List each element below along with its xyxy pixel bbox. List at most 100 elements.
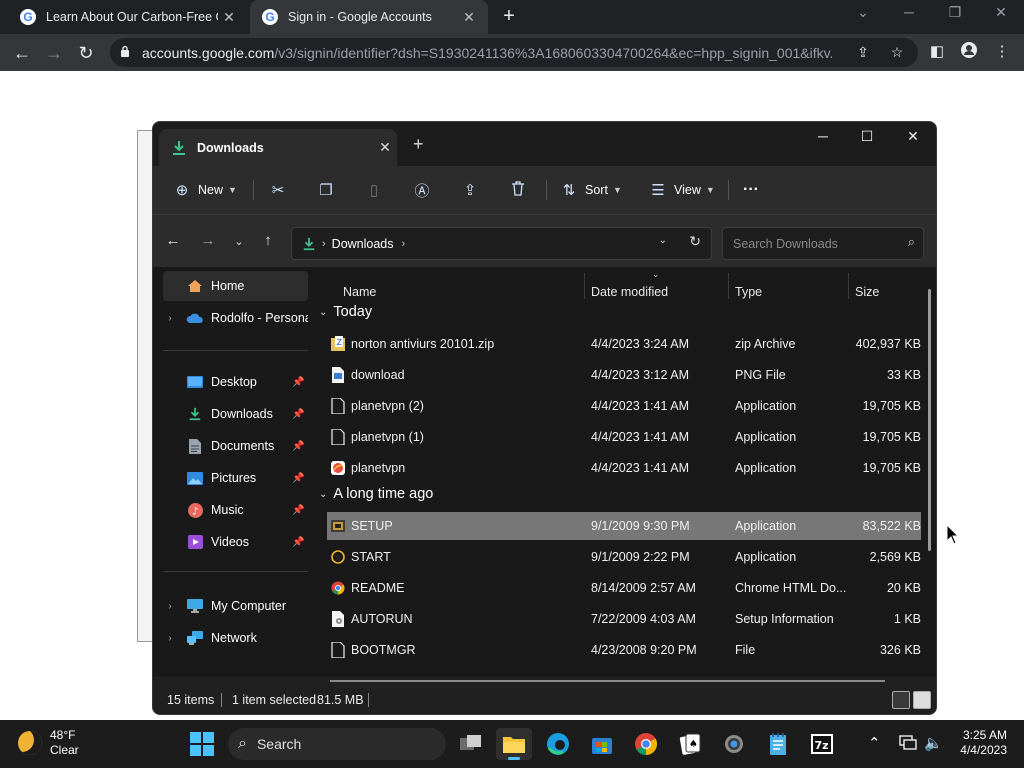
share-icon[interactable]: ⇪	[854, 44, 872, 62]
file-row[interactable]: planetvpn (2) 4/4/2023 1:41 AM Applicati…	[327, 392, 921, 420]
bookmark-star-icon[interactable]: ☆	[888, 44, 906, 62]
browser-tab-carbon-free[interactable]: G Learn About Our Carbon-Free Go ✕	[8, 0, 248, 34]
delete-button[interactable]	[507, 178, 529, 202]
close-window-icon[interactable]: ✕	[986, 4, 1016, 21]
sidebar-item-home[interactable]: Home	[163, 271, 308, 301]
7zip-app-icon[interactable]: 7z	[804, 728, 840, 760]
tiles-view-icon[interactable]	[913, 691, 931, 709]
start-button[interactable]	[190, 732, 214, 756]
file-row[interactable]: planetvpn (1) 4/4/2023 1:41 AM Applicati…	[327, 423, 921, 451]
new-tab-button[interactable]: +	[498, 5, 520, 27]
rename-button[interactable]: Ⓐ	[411, 178, 433, 202]
new-button[interactable]: ⊕ New ▼	[171, 178, 237, 202]
sidebar-item-videos[interactable]: Videos 📌	[163, 527, 308, 557]
chrome-app-icon[interactable]	[628, 728, 664, 760]
column-divider[interactable]	[728, 273, 729, 299]
paste-button[interactable]: ▯	[363, 178, 385, 202]
group-header-today[interactable]: ⌄ Today	[319, 304, 372, 320]
search-box[interactable]: ⌕	[722, 227, 924, 260]
back-arrow-icon[interactable]: ←	[10, 41, 34, 65]
recent-locations-chevron-icon[interactable]: ⌄	[229, 235, 249, 248]
back-arrow-icon[interactable]: ←	[163, 232, 183, 249]
expand-chevron-icon[interactable]: ›	[163, 633, 177, 644]
minimize-icon[interactable]: ─	[808, 128, 838, 144]
horizontal-scrollbar[interactable]	[330, 680, 885, 682]
cut-button[interactable]: ✂	[267, 178, 289, 202]
forward-arrow-icon[interactable]: →	[198, 232, 218, 249]
weather-widget[interactable]: 48°F Clear	[18, 728, 79, 758]
taskbar-search[interactable]: ⌕ Search	[228, 728, 446, 760]
close-tab-icon[interactable]: ✕	[373, 139, 397, 156]
system-clock[interactable]: 3:25 AM 4/4/2023	[952, 728, 1007, 758]
search-input[interactable]	[731, 234, 895, 254]
profile-avatar-icon[interactable]	[959, 42, 979, 62]
file-row[interactable]: README 8/14/2009 2:57 AM Chrome HTML Do.…	[327, 574, 921, 602]
file-row-selected[interactable]: SETUP 9/1/2009 9:30 PM Application 83,52…	[327, 512, 921, 540]
file-row[interactable]: BOOTMGR 4/23/2008 9:20 PM File 326 KB	[327, 636, 921, 664]
maximize-icon[interactable]: ☐	[852, 128, 882, 145]
sidebar-item-network[interactable]: › Network	[163, 623, 308, 653]
expand-chevron-icon[interactable]: ›	[163, 313, 177, 324]
sidebar-item-downloads[interactable]: Downloads 📌	[163, 399, 308, 429]
sidebar-item-my-computer[interactable]: › My Computer	[163, 591, 308, 621]
reload-icon[interactable]: ↻	[74, 41, 98, 65]
close-tab-icon[interactable]: ✕	[458, 9, 480, 26]
see-more-button[interactable]: ···	[743, 178, 759, 202]
column-header-size[interactable]: Size	[855, 279, 879, 305]
sort-button[interactable]: ⇅ Sort ▼	[558, 178, 622, 202]
address-bar[interactable]: › Downloads › ⌄ ↻	[291, 227, 712, 260]
close-tab-icon[interactable]: ✕	[218, 9, 240, 26]
file-row[interactable]: planetvpn 4/4/2023 1:41 AM Application 1…	[327, 454, 921, 482]
refresh-icon[interactable]: ↻	[689, 233, 701, 250]
sidebar-item-documents[interactable]: Documents 📌	[163, 431, 308, 461]
column-header-name[interactable]: Name	[343, 279, 376, 305]
volume-icon[interactable]: 🔈	[924, 734, 943, 752]
task-view-icon[interactable]	[453, 728, 489, 760]
sidebar-item-onedrive[interactable]: › Rodolfo - Personal	[163, 303, 308, 333]
view-button[interactable]: ☰ View ▼	[647, 178, 715, 202]
up-arrow-icon[interactable]: ↑	[258, 232, 278, 249]
column-header-date[interactable]: Date modified	[591, 279, 668, 305]
file-row[interactable]: START 9/1/2009 2:22 PM Application 2,569…	[327, 543, 921, 571]
group-header-long-ago[interactable]: ⌄ A long time ago	[319, 486, 433, 502]
chevron-right-icon[interactable]: ›	[402, 238, 406, 250]
explorer-tab-downloads[interactable]: Downloads ✕	[159, 129, 397, 166]
file-name: SETUP	[351, 519, 393, 533]
column-divider[interactable]	[848, 273, 849, 299]
close-window-icon[interactable]: ✕	[898, 128, 928, 145]
store-app-icon[interactable]	[584, 728, 620, 760]
address-bar[interactable]: accounts.google.com/v3/signin/identifier…	[110, 38, 918, 67]
weather-condition: Clear	[50, 743, 79, 757]
show-hidden-icons-chevron-icon[interactable]: ⌃	[868, 734, 881, 752]
tab-search-chevron-icon[interactable]: ⌄	[848, 4, 878, 21]
notepad-app-icon[interactable]	[760, 728, 796, 760]
vertical-scrollbar[interactable]	[928, 289, 931, 551]
minimize-icon[interactable]: ─	[894, 4, 924, 20]
file-row[interactable]: download 4/4/2023 3:12 AM PNG File 33 KB	[327, 361, 921, 389]
view-lines-icon: ☰	[651, 182, 665, 199]
sidebar-item-desktop[interactable]: Desktop 📌	[163, 367, 308, 397]
forward-arrow-icon[interactable]: →	[42, 41, 66, 65]
network-status-icon[interactable]	[899, 734, 917, 754]
menu-kebab-icon[interactable]: ⋮	[992, 42, 1012, 62]
new-tab-button[interactable]: +	[413, 134, 424, 155]
sidebar-item-music[interactable]: ♪ Music 📌	[163, 495, 308, 525]
browser-tab-google-signin[interactable]: G Sign in - Google Accounts ✕	[250, 0, 488, 34]
details-view-icon[interactable]	[892, 691, 910, 709]
file-row[interactable]: Z norton antiviurs 20101.zip 4/4/2023 3:…	[327, 330, 921, 358]
solitaire-app-icon[interactable]: ♠	[672, 728, 708, 760]
address-dropdown-icon[interactable]: ⌄	[659, 235, 667, 246]
share-button[interactable]: ⇪	[459, 178, 481, 202]
file-row[interactable]: AUTORUN 7/22/2009 4:03 AM Setup Informat…	[327, 605, 921, 633]
column-header-type[interactable]: Type	[735, 279, 762, 305]
column-divider[interactable]	[584, 273, 585, 299]
breadcrumb-downloads[interactable]: Downloads	[332, 237, 394, 251]
side-panel-icon[interactable]: ◧	[927, 42, 947, 62]
settings-gear-app-icon[interactable]	[716, 728, 752, 760]
edge-app-icon[interactable]	[540, 728, 576, 760]
copy-button[interactable]: ❐	[315, 178, 337, 202]
expand-chevron-icon[interactable]: ›	[163, 601, 177, 612]
restore-icon[interactable]: ❐	[940, 4, 970, 21]
sidebar-item-pictures[interactable]: Pictures 📌	[163, 463, 308, 493]
file-explorer-app-icon[interactable]	[496, 728, 532, 760]
